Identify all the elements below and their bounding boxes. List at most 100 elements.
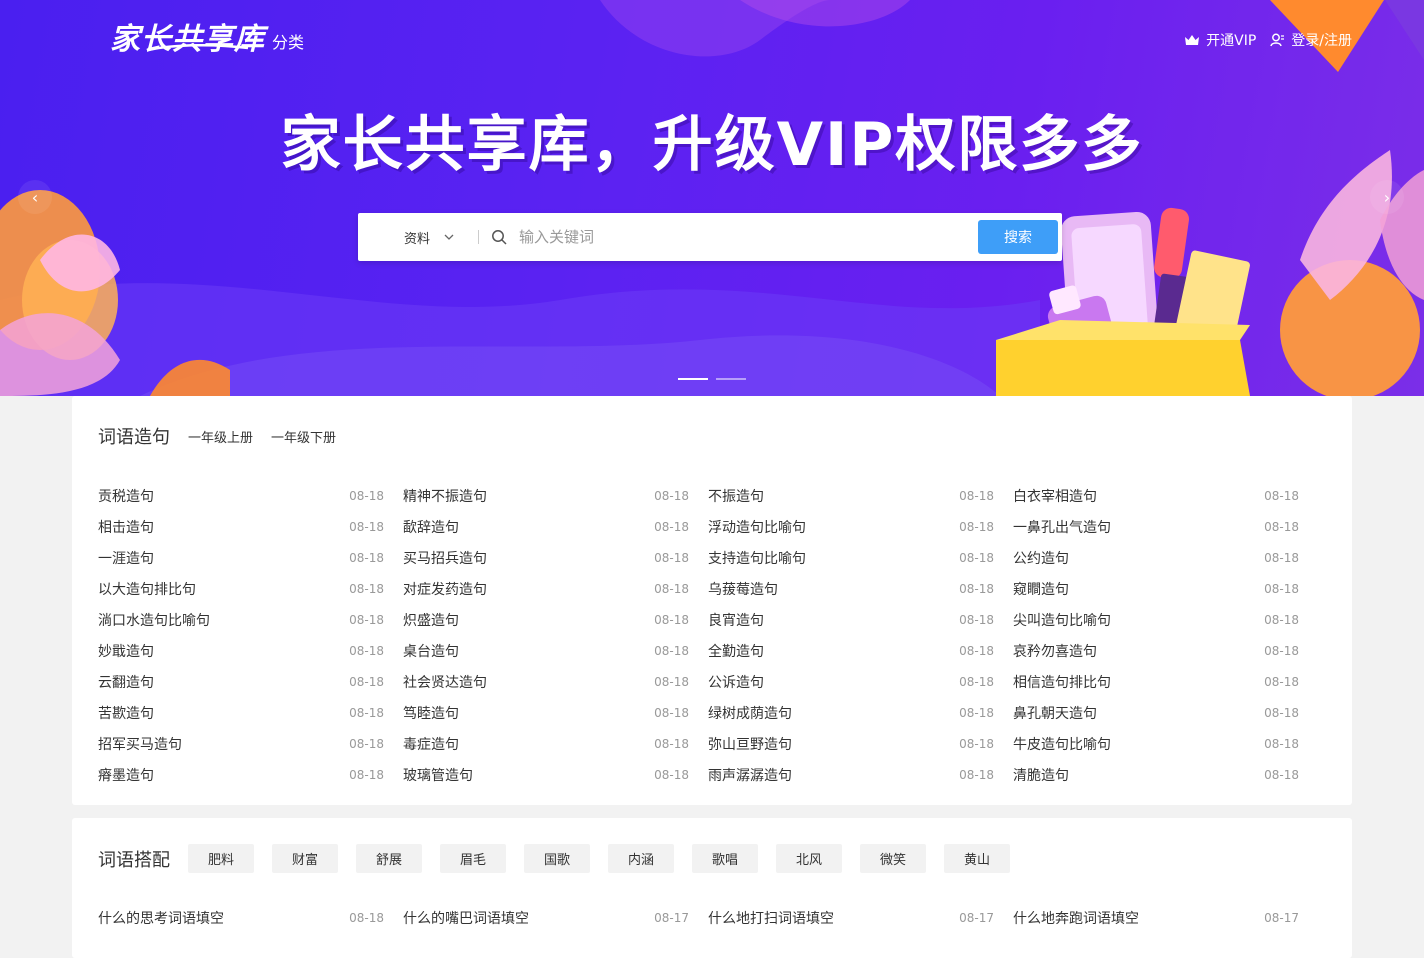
list-item[interactable]: 以大造句排比句 08-18 xyxy=(98,573,403,604)
list-item[interactable]: 一鼻孔出气造句 08-18 xyxy=(1013,511,1318,542)
list-item[interactable]: 对症发药造句 08-18 xyxy=(403,573,708,604)
list-item-date: 08-18 xyxy=(654,488,689,503)
list-item-date: 08-18 xyxy=(654,612,689,627)
list-item[interactable]: 妙戢造句 08-18 xyxy=(98,635,403,666)
list-item-title: 哀矜勿喜造句 xyxy=(1013,643,1097,660)
list-item[interactable]: 笃睦造句 08-18 xyxy=(403,697,708,728)
list-item-title: 什么的思考词语填空 xyxy=(98,910,224,927)
chevron-down-icon xyxy=(444,234,454,240)
tag-item[interactable]: 肥料 xyxy=(188,844,254,873)
tag-grade1-second[interactable]: 一年级下册 xyxy=(271,427,336,446)
list-item-date: 08-18 xyxy=(1264,767,1299,782)
list-item[interactable]: 招军买马造句 08-18 xyxy=(98,728,403,759)
list-item-date: 08-18 xyxy=(959,581,994,596)
list-item[interactable]: 一涯造句 08-18 xyxy=(98,542,403,573)
list-item[interactable]: 社会贤达造句 08-18 xyxy=(403,666,708,697)
list-item[interactable]: 鼻孔朝天造句 08-18 xyxy=(1013,697,1318,728)
tag-item[interactable]: 内涵 xyxy=(608,844,674,873)
list-item[interactable]: 桌台造句 08-18 xyxy=(403,635,708,666)
open-vip-button[interactable]: 开通VIP xyxy=(1184,30,1256,50)
carousel-dot[interactable] xyxy=(678,378,708,380)
list-item-date: 08-17 xyxy=(1264,910,1299,925)
chevron-right-icon: › xyxy=(1383,187,1391,207)
list-item[interactable]: 窥瞷造句 08-18 xyxy=(1013,573,1318,604)
list-item[interactable]: 贡税造句 08-18 xyxy=(98,480,403,511)
tag-item[interactable]: 歌唱 xyxy=(692,844,758,873)
carousel-next-button[interactable]: › xyxy=(1370,180,1404,214)
list-item-title: 玻璃管造句 xyxy=(403,767,473,784)
article-grid: 什么的思考词语填空 08-18 什么的嘴巴词语填空 08-17 什么地打扫词语填空 08-… xyxy=(98,902,1318,933)
list-item-date: 08-18 xyxy=(959,767,994,782)
tag-list: 肥料 财富 舒展 眉毛 国歌 内涵 歌唱 北风 微笑 黄山 xyxy=(188,844,1028,873)
list-item[interactable]: 歃辞造句 08-18 xyxy=(403,511,708,542)
list-item-title: 歃辞造句 xyxy=(403,519,459,536)
list-item-title: 鼻孔朝天造句 xyxy=(1013,705,1097,722)
list-item[interactable]: 买马招兵造句 08-18 xyxy=(403,542,708,573)
list-item-date: 08-18 xyxy=(349,488,384,503)
list-item[interactable]: 精神不振造句 08-18 xyxy=(403,480,708,511)
tag-grade1-first[interactable]: 一年级上册 xyxy=(188,427,253,446)
tag-item[interactable]: 北风 xyxy=(776,844,842,873)
list-item-title: 笃睦造句 xyxy=(403,705,459,722)
list-item[interactable]: 毒症造句 08-18 xyxy=(403,728,708,759)
nav-category-link[interactable]: 分类 xyxy=(272,29,304,53)
list-item[interactable]: 什么的思考词语填空 08-18 xyxy=(98,902,403,933)
list-item[interactable]: 不振造句 08-18 xyxy=(708,480,1013,511)
list-item-title: 绿树成荫造句 xyxy=(708,705,792,722)
list-item[interactable]: 云翻造句 08-18 xyxy=(98,666,403,697)
list-item[interactable]: 乌菝莓造句 08-18 xyxy=(708,573,1013,604)
list-item[interactable]: 哀矜勿喜造句 08-18 xyxy=(1013,635,1318,666)
tag-item[interactable]: 国歌 xyxy=(524,844,590,873)
list-item[interactable]: 浮动造句比喻句 08-18 xyxy=(708,511,1013,542)
list-item[interactable]: 相击造句 08-18 xyxy=(98,511,403,542)
list-item[interactable]: 什么地打扫词语填空 08-17 xyxy=(708,902,1013,933)
list-item[interactable]: 苦歁造句 08-18 xyxy=(98,697,403,728)
list-item[interactable]: 牛皮造句比喻句 08-18 xyxy=(1013,728,1318,759)
search-bar: 资料 搜索 xyxy=(358,213,1062,261)
list-item-title: 不振造句 xyxy=(708,488,764,505)
search-type-select[interactable]: 资料 xyxy=(404,228,476,247)
list-item-date: 08-18 xyxy=(654,519,689,534)
list-item[interactable]: 绿树成荫造句 08-18 xyxy=(708,697,1013,728)
list-item[interactable]: 什么地奔跑词语填空 08-17 xyxy=(1013,902,1318,933)
list-item[interactable]: 玻璃管造句 08-18 xyxy=(403,759,708,790)
list-item-date: 08-18 xyxy=(349,550,384,565)
list-item[interactable]: 什么的嘴巴词语填空 08-17 xyxy=(403,902,708,933)
list-item[interactable]: 相信造句排比句 08-18 xyxy=(1013,666,1318,697)
list-item[interactable]: 清脆造句 08-18 xyxy=(1013,759,1318,790)
carousel-dot[interactable] xyxy=(716,378,746,380)
search-input[interactable] xyxy=(517,227,978,247)
list-item-date: 08-18 xyxy=(959,705,994,720)
list-item[interactable]: 淌口水造句比喻句 08-18 xyxy=(98,604,403,635)
tag-item[interactable]: 财富 xyxy=(272,844,338,873)
list-item-date: 08-18 xyxy=(654,767,689,782)
list-item-title: 妙戢造句 xyxy=(98,643,154,660)
list-item[interactable]: 公诉造句 08-18 xyxy=(708,666,1013,697)
tag-item[interactable]: 微笑 xyxy=(860,844,926,873)
list-item[interactable]: 雨声潺潺造句 08-18 xyxy=(708,759,1013,790)
tag-item[interactable]: 眉毛 xyxy=(440,844,506,873)
list-item-title: 苦歁造句 xyxy=(98,705,154,722)
list-item-date: 08-18 xyxy=(654,674,689,689)
list-item-title: 对症发药造句 xyxy=(403,581,487,598)
list-item-title: 一涯造句 xyxy=(98,550,154,567)
list-item[interactable]: 炽盛造句 08-18 xyxy=(403,604,708,635)
list-item[interactable]: 瘠墨造句 08-18 xyxy=(98,759,403,790)
list-item-date: 08-18 xyxy=(1264,705,1299,720)
list-item-date: 08-18 xyxy=(349,674,384,689)
tag-item[interactable]: 黄山 xyxy=(944,844,1010,873)
list-item[interactable]: 公约造句 08-18 xyxy=(1013,542,1318,573)
list-item[interactable]: 良宵造句 08-18 xyxy=(708,604,1013,635)
list-item[interactable]: 全勤造句 08-18 xyxy=(708,635,1013,666)
login-register-button[interactable]: 登录/注册 xyxy=(1270,30,1352,50)
list-item[interactable]: 尖叫造句比喻句 08-18 xyxy=(1013,604,1318,635)
tag-item[interactable]: 舒展 xyxy=(356,844,422,873)
carousel-prev-button[interactable]: ‹ xyxy=(18,180,52,214)
chevron-left-icon: ‹ xyxy=(31,187,39,207)
list-item[interactable]: 支持造句比喻句 08-18 xyxy=(708,542,1013,573)
search-type-label: 资料 xyxy=(404,231,431,247)
list-item-title: 雨声潺潺造句 xyxy=(708,767,792,784)
list-item[interactable]: 弥山亘野造句 08-18 xyxy=(708,728,1013,759)
search-button[interactable]: 搜索 xyxy=(978,220,1058,254)
list-item[interactable]: 白衣宰相造句 08-18 xyxy=(1013,480,1318,511)
